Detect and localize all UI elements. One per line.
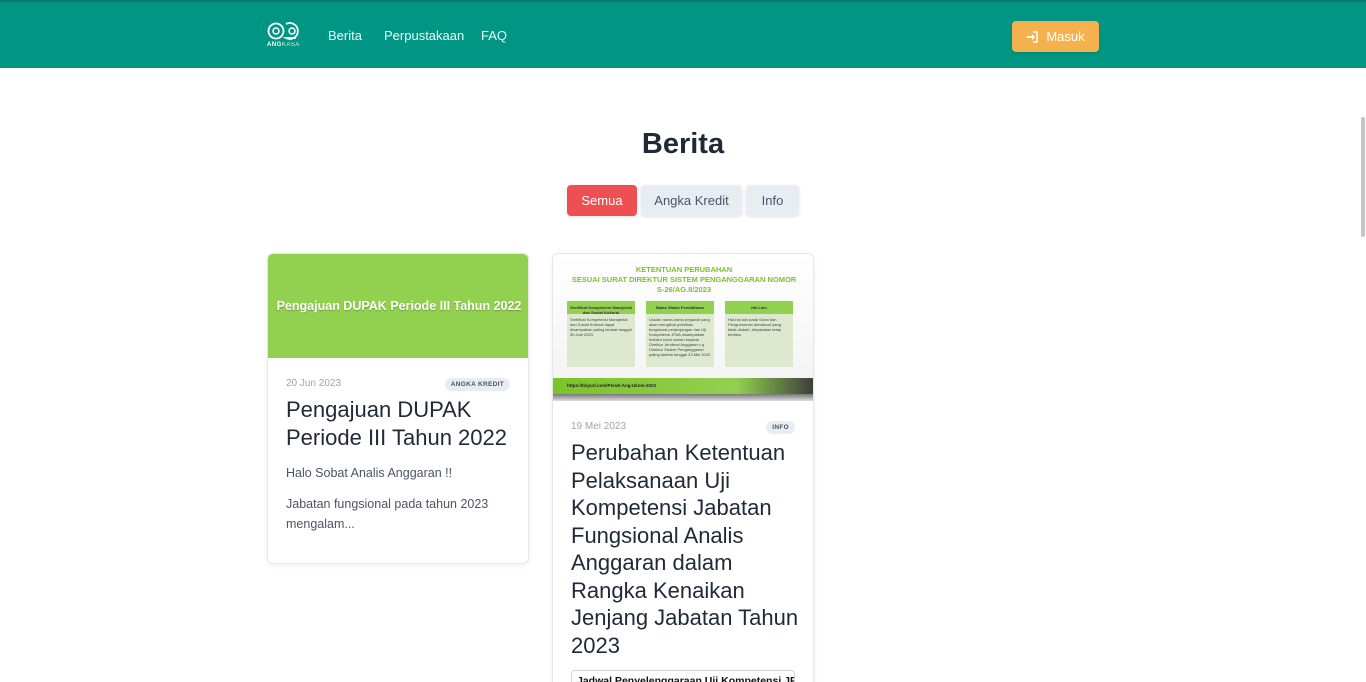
thumbnail-column-body: Sertifikat Kompetensi Manajerial dan Sos… [570,317,632,337]
thumbnail-column-head: Hal Lain [725,301,793,314]
thumbnail-link-bar: https://tinyurl.com/Perub-Ang-Ukom-2023 [553,378,813,394]
thumbnail-column: Hal Lain Hal-hal lain pada Surat dan Pen… [725,301,793,367]
thumbnail-title: S-26/AG.8/2023 [656,285,712,294]
card-thumbnail[interactable]: KETENTUAN PERUBAHAN SESUAI SURAT DIREKTU… [553,254,813,401]
category-badge: INFO [766,421,795,434]
login-button[interactable]: Masuk [1012,21,1099,52]
thumbnail-column-head: Sertifikat Kompetensi Manajerial dan Sos… [567,301,635,315]
card-excerpt: Halo Sobat Analis Anggaran !! [286,466,453,480]
nav-link-berita[interactable]: Berita [328,28,362,43]
news-card[interactable]: Pengajuan DUPAK Periode III Tahun 2022 2… [267,253,529,564]
card-thumbnail[interactable]: Pengajuan DUPAK Periode III Tahun 2022 [268,254,528,358]
page-title: Berita [641,128,725,160]
card-title[interactable]: Perubahan Ketentuan Pelaksanaan Uji Komp… [571,439,801,659]
top-navbar: ANGKASA Berita Perpustakaan FAQ Masuk [0,0,1366,68]
thumbnail-title: SESUAI SURAT DIREKTUR SISTEM PENGANGGARA… [571,275,797,284]
thumbnail-column: Sertifikat Kompetensi Manajerial dan Sos… [567,301,635,367]
page-scrollbar[interactable] [1361,117,1365,237]
category-badge: ANGKA KREDIT [444,378,510,391]
tab-info[interactable]: Info [746,185,799,216]
news-card[interactable]: KETENTUAN PERUBAHAN SESUAI SURAT DIREKTU… [552,253,814,682]
nav-link-perpustakaan[interactable]: Perpustakaan [384,28,464,43]
thumbnail-title: KETENTUAN PERUBAHAN [635,265,733,274]
thumbnail-column: Batas Waktu Pendaftaran Usulan nama-nama… [646,301,714,367]
thumbnail-column-body: Hal-hal lain pada Surat dan Pengumuman d… [728,317,782,337]
tab-angka-kredit[interactable]: Angka Kredit [641,185,742,216]
logo-wordmark: ANGKASA [267,42,300,48]
card-date: 19 Mei 2023 [571,421,627,432]
card-title[interactable]: Pengajuan DUPAK Periode III Tahun 2022 [286,396,516,451]
sign-in-icon [1027,30,1039,43]
tab-semua[interactable]: Semua [567,185,637,216]
card-date: 20 Jun 2023 [286,378,342,389]
login-label: Masuk [1046,29,1085,44]
thumbnail-text: Pengajuan DUPAK Periode III Tahun 2022 [276,299,522,313]
thumbnail-link: https://tinyurl.com/Perub-Ang-Ukom-2023 [567,383,657,388]
thumbnail-column-body: Usulan nama-nama pegawai yang akan mengi… [649,317,711,357]
thumbnail-shadow [553,394,813,401]
card-excerpt: Jabatan fungsional pada tahun 2023 menga… [286,497,489,531]
nav-link-faq[interactable]: FAQ [481,28,507,43]
thumbnail-column-head: Batas Waktu Pendaftaran [646,301,714,314]
schedule-table-header: Jadwal Penyelenggaraan Uji Kompetensi JF… [571,670,795,682]
